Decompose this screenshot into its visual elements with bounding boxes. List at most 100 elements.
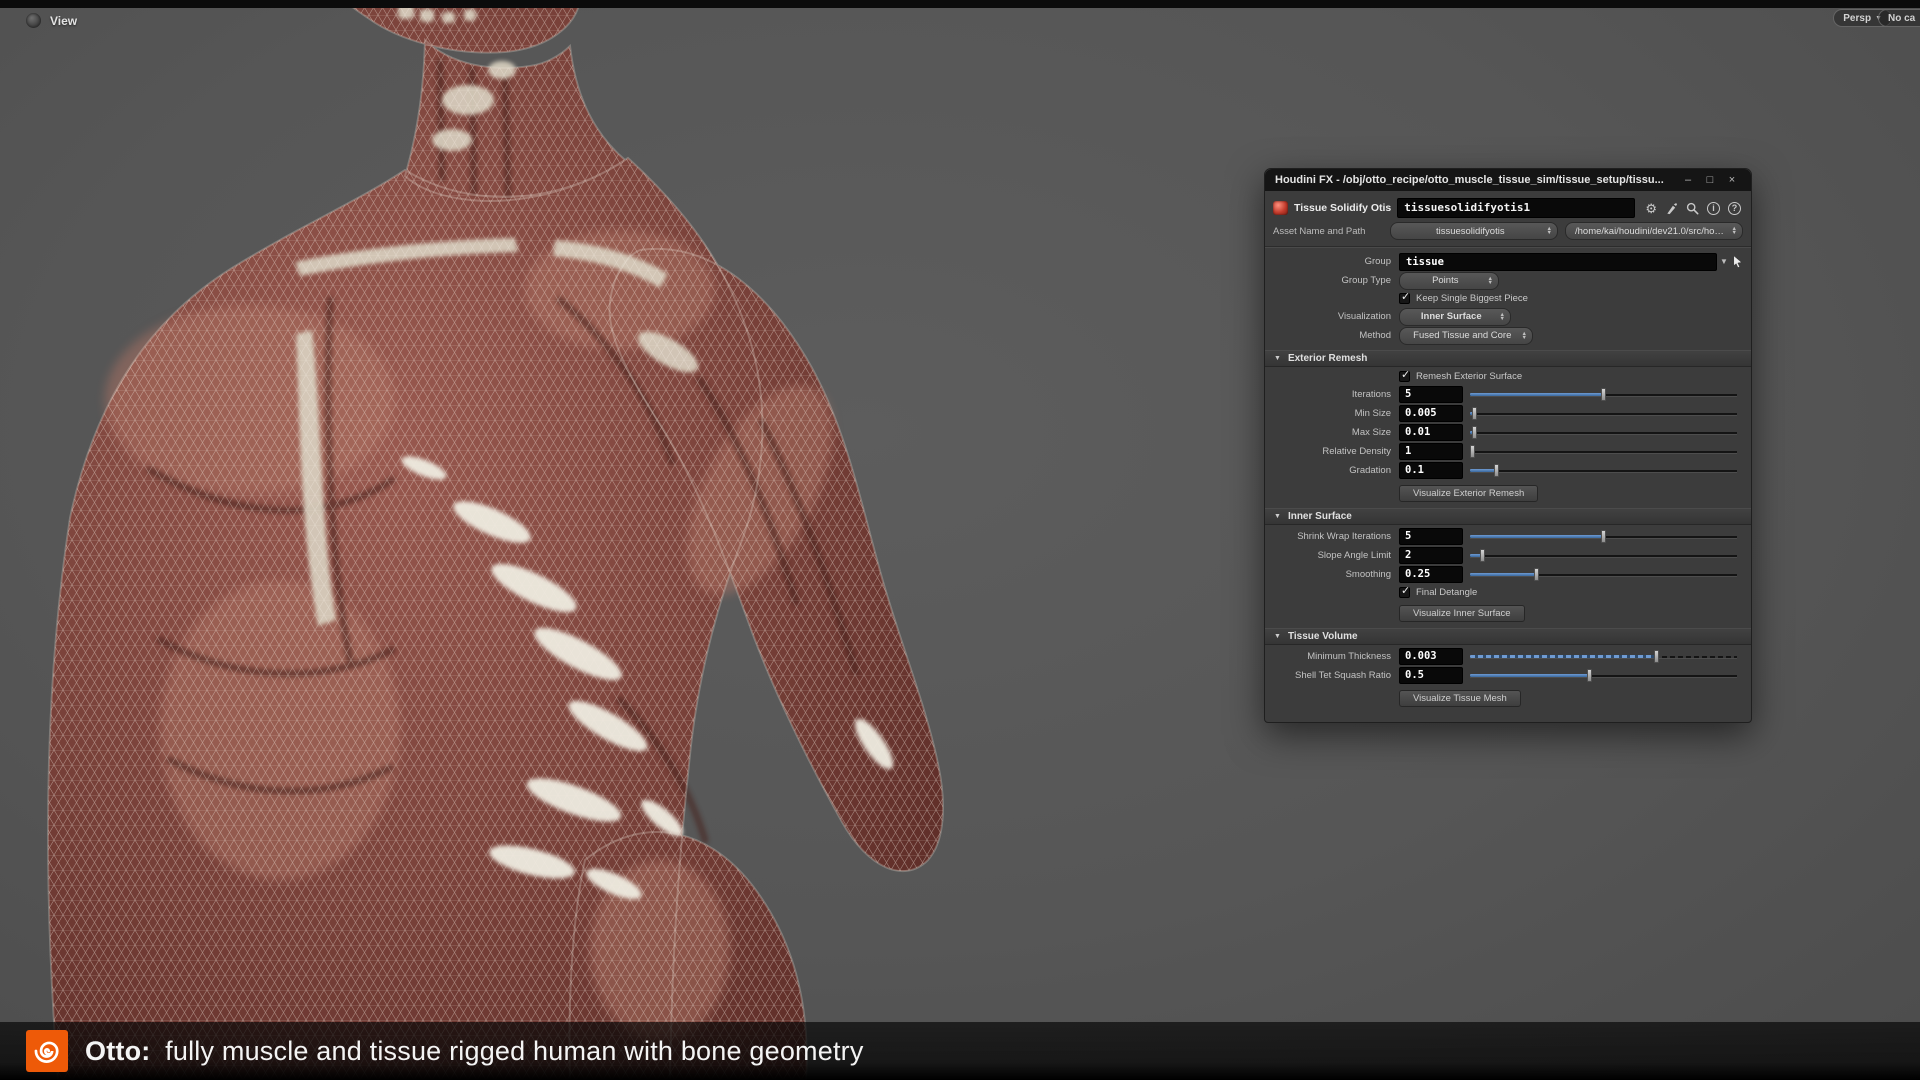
group-type-row: Group Type Points: [1273, 272, 1743, 289]
slider-handle[interactable]: [1472, 407, 1477, 420]
slider-handle[interactable]: [1654, 650, 1659, 663]
iterations-slider[interactable]: [1470, 387, 1737, 402]
visualize-inner-surface-button[interactable]: Visualize Inner Surface: [1399, 605, 1525, 622]
slider-handle[interactable]: [1534, 568, 1539, 581]
asset-name-value: tissuesolidifyotis: [1400, 226, 1541, 237]
iterations-value-field[interactable]: 5: [1399, 386, 1463, 403]
relative-density-value-field[interactable]: 1: [1399, 443, 1463, 460]
asset-label: Asset Name and Path: [1273, 226, 1383, 237]
final-detangle-checkbox-row[interactable]: Final Detangle: [1399, 586, 1743, 599]
gear-icon[interactable]: ⚙: [1645, 202, 1657, 215]
maximize-button[interactable]: □: [1701, 169, 1719, 191]
section-exterior-remesh: Exterior Remesh Remesh Exterior SurfaceIt…: [1273, 350, 1743, 502]
param-row-shell-tet-squash-ratio: Shell Tet Squash Ratio0.5: [1273, 667, 1743, 684]
slope-angle-limit-value-field[interactable]: 2: [1399, 547, 1463, 564]
slider-fill: [1470, 573, 1537, 576]
section-header-inner-surface[interactable]: Inner Surface: [1265, 508, 1751, 525]
dialog-window: Houdini FX - /obj/otto_recipe/otto_muscl…: [1264, 168, 1752, 723]
info-icon[interactable]: i: [1707, 202, 1720, 215]
checkbox-checked-icon[interactable]: [1399, 293, 1410, 304]
gradation-value-field[interactable]: 0.1: [1399, 462, 1463, 479]
visualize-exterior-remesh-button[interactable]: Visualize Exterior Remesh: [1399, 485, 1538, 502]
param-row-relative-density: Relative Density1: [1273, 443, 1743, 460]
param-row-smoothing: Smoothing0.25: [1273, 566, 1743, 583]
group-type-select[interactable]: Points: [1399, 272, 1499, 290]
dialog-sections: Exterior Remesh Remesh Exterior SurfaceIt…: [1273, 350, 1743, 707]
slope-angle-limit-slider[interactable]: [1470, 548, 1737, 563]
max-size-slider[interactable]: [1470, 425, 1737, 440]
slider-track: [1470, 555, 1737, 558]
param-label: Minimum Thickness: [1273, 651, 1399, 662]
persp-label: Persp: [1843, 13, 1871, 24]
max-size-value-field[interactable]: 0.01: [1399, 424, 1463, 441]
slider-handle[interactable]: [1472, 426, 1477, 439]
window-titlebar[interactable]: Houdini FX - /obj/otto_recipe/otto_muscl…: [1265, 169, 1751, 191]
caption-text: Otto: fully muscle and tissue rigged hum…: [85, 1036, 864, 1067]
top-bar: [0, 0, 1920, 8]
visualize-tissue-mesh-button[interactable]: Visualize Tissue Mesh: [1399, 690, 1521, 707]
gradation-slider[interactable]: [1470, 463, 1737, 478]
slider-handle[interactable]: [1601, 388, 1606, 401]
spinner-icon[interactable]: [1500, 313, 1505, 321]
section-header-tissue-volume[interactable]: Tissue Volume: [1265, 628, 1751, 645]
slider-track: [1470, 470, 1737, 473]
help-icon[interactable]: ?: [1728, 202, 1741, 215]
houdini-logo-icon: [26, 1030, 68, 1072]
checkbox-checked-icon[interactable]: [1399, 587, 1410, 598]
slider-fill: [1470, 469, 1497, 472]
asset-path-select[interactable]: /home/kai/houdini/dev21.0/src/houdini/su…: [1565, 222, 1743, 240]
slider-handle[interactable]: [1494, 464, 1499, 477]
minimize-button[interactable]: –: [1679, 169, 1697, 191]
node-name-input[interactable]: tissuesolidifyotis1: [1397, 198, 1635, 218]
method-select[interactable]: Fused Tissue and Core: [1399, 327, 1533, 345]
param-label: Iterations: [1273, 389, 1399, 400]
smoothing-slider[interactable]: [1470, 567, 1737, 582]
section-header-exterior-remesh[interactable]: Exterior Remesh: [1265, 350, 1751, 367]
smoothing-value-field[interactable]: 0.25: [1399, 566, 1463, 583]
shell-tet-squash-ratio-slider[interactable]: [1470, 668, 1737, 683]
shrink-wrap-iterations-slider[interactable]: [1470, 529, 1737, 544]
method-label: Method: [1273, 330, 1399, 341]
minimum-thickness-value-field[interactable]: 0.003: [1399, 648, 1463, 665]
min-size-slider[interactable]: [1470, 406, 1737, 421]
collapse-triangle-icon: [1274, 513, 1281, 520]
magnifier-icon[interactable]: [1686, 202, 1699, 215]
camera-button[interactable]: No ca: [1878, 9, 1920, 27]
slider-handle[interactable]: [1480, 549, 1485, 562]
slider-handle[interactable]: [1587, 669, 1592, 682]
min-size-value-field[interactable]: 0.005: [1399, 405, 1463, 422]
group-select-pointer-icon[interactable]: [1733, 254, 1743, 270]
remesh-exterior-surface-checkbox-row[interactable]: Remesh Exterior Surface: [1399, 370, 1743, 383]
spinner-icon[interactable]: [1522, 332, 1527, 340]
visualization-select[interactable]: Inner Surface: [1399, 308, 1511, 326]
slider-track: [1470, 432, 1737, 435]
section-title: Inner Surface: [1288, 511, 1352, 522]
group-type-value: Points: [1409, 275, 1482, 286]
checkbox-checked-icon[interactable]: [1399, 371, 1410, 382]
caption-rest: fully muscle and tissue rigged human wit…: [157, 1036, 863, 1066]
minimum-thickness-slider[interactable]: [1470, 649, 1737, 664]
keep-single-checkbox-row[interactable]: Keep Single Biggest Piece: [1399, 292, 1743, 305]
spinner-icon[interactable]: [1732, 227, 1737, 235]
slider-fill: [1470, 393, 1604, 396]
slider-handle[interactable]: [1470, 445, 1475, 458]
slider-handle[interactable]: [1601, 530, 1606, 543]
caption-bold: Otto:: [85, 1036, 150, 1066]
view-menu[interactable]: View: [26, 13, 77, 28]
group-dropdown-arrow-icon[interactable]: ▼: [1717, 257, 1731, 266]
shell-tet-squash-ratio-value-field[interactable]: 0.5: [1399, 667, 1463, 684]
group-input[interactable]: tissue: [1399, 253, 1717, 271]
spinner-icon[interactable]: [1547, 227, 1552, 235]
asset-name-select[interactable]: tissuesolidifyotis: [1390, 222, 1558, 240]
view-label: View: [50, 14, 77, 28]
dialog-body: Tissue Solidify Otis tissuesolidifyotis1…: [1265, 191, 1751, 722]
brush-icon[interactable]: [1665, 202, 1678, 215]
shrink-wrap-iterations-value-field[interactable]: 5: [1399, 528, 1463, 545]
section-title: Exterior Remesh: [1288, 353, 1367, 364]
visualization-label: Visualization: [1273, 311, 1399, 322]
divider: [1265, 246, 1751, 248]
param-row-slope-angle-limit: Slope Angle Limit2: [1273, 547, 1743, 564]
close-button[interactable]: ×: [1723, 169, 1741, 191]
spinner-icon[interactable]: [1488, 277, 1493, 285]
relative-density-slider[interactable]: [1470, 444, 1737, 459]
